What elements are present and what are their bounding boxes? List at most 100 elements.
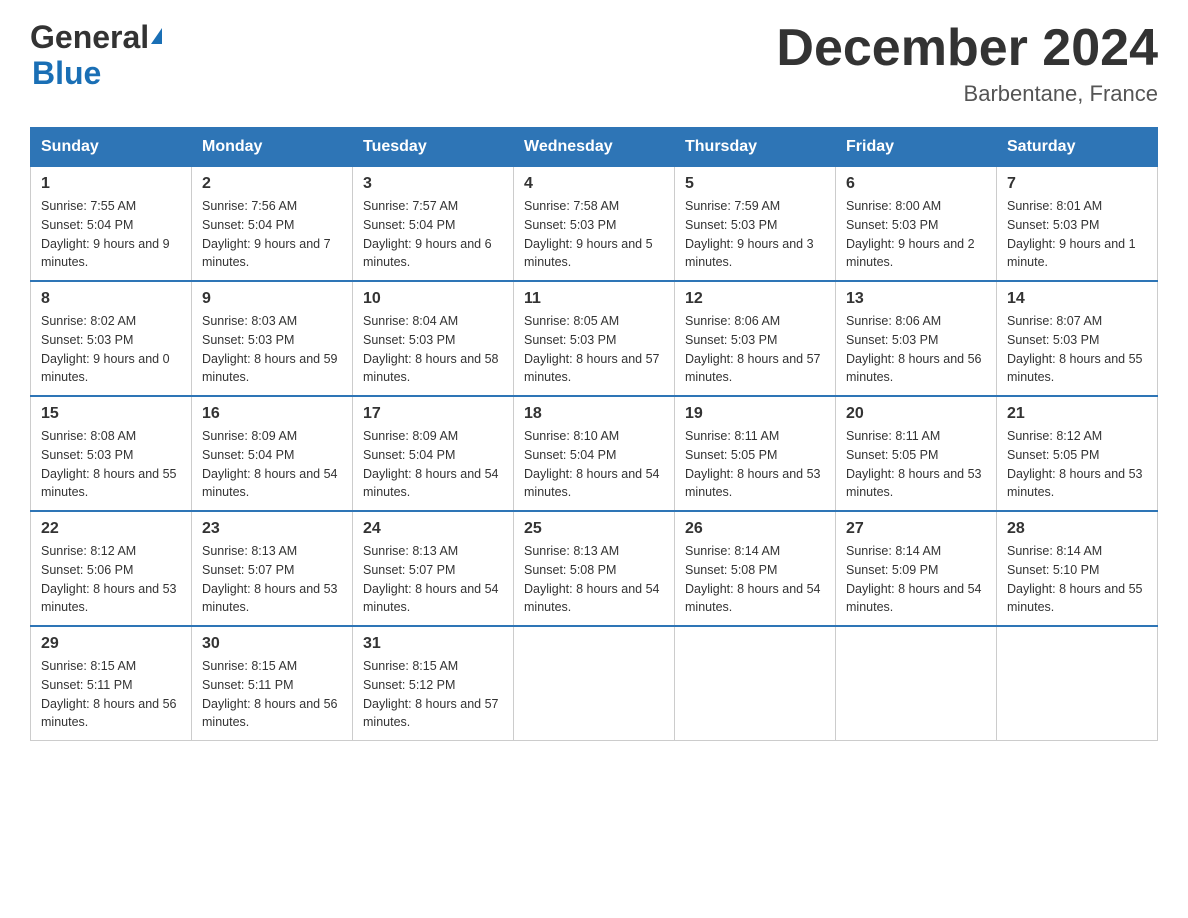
- daylight-label: Daylight: 8 hours and 53 minutes.: [41, 582, 177, 615]
- title-area: December 2024 Barbentane, France: [776, 20, 1158, 107]
- daylight-label: Daylight: 8 hours and 53 minutes.: [202, 582, 338, 615]
- table-row: 14 Sunrise: 8:07 AM Sunset: 5:03 PM Dayl…: [997, 281, 1158, 396]
- day-info: Sunrise: 8:14 AM Sunset: 5:10 PM Dayligh…: [1007, 542, 1147, 617]
- day-number: 3: [363, 175, 503, 193]
- table-row: 25 Sunrise: 8:13 AM Sunset: 5:08 PM Dayl…: [514, 511, 675, 626]
- day-info: Sunrise: 8:09 AM Sunset: 5:04 PM Dayligh…: [202, 427, 342, 502]
- day-info: Sunrise: 7:57 AM Sunset: 5:04 PM Dayligh…: [363, 197, 503, 272]
- sunset-label: Sunset: 5:03 PM: [524, 333, 616, 347]
- daylight-label: Daylight: 8 hours and 54 minutes.: [202, 467, 338, 500]
- day-info: Sunrise: 8:00 AM Sunset: 5:03 PM Dayligh…: [846, 197, 986, 272]
- daylight-label: Daylight: 8 hours and 58 minutes.: [363, 352, 499, 385]
- daylight-label: Daylight: 8 hours and 53 minutes.: [1007, 467, 1143, 500]
- sunset-label: Sunset: 5:05 PM: [846, 448, 938, 462]
- sunset-label: Sunset: 5:11 PM: [202, 678, 294, 692]
- sunset-label: Sunset: 5:03 PM: [685, 218, 777, 232]
- sunset-label: Sunset: 5:06 PM: [41, 563, 133, 577]
- table-row: 26 Sunrise: 8:14 AM Sunset: 5:08 PM Dayl…: [675, 511, 836, 626]
- sunset-label: Sunset: 5:04 PM: [363, 218, 455, 232]
- sunrise-label: Sunrise: 8:06 AM: [846, 314, 941, 328]
- day-info: Sunrise: 8:12 AM Sunset: 5:05 PM Dayligh…: [1007, 427, 1147, 502]
- table-row: 2 Sunrise: 7:56 AM Sunset: 5:04 PM Dayli…: [192, 167, 353, 282]
- day-info: Sunrise: 8:15 AM Sunset: 5:11 PM Dayligh…: [202, 657, 342, 732]
- sunset-label: Sunset: 5:04 PM: [524, 448, 616, 462]
- col-saturday: Saturday: [997, 128, 1158, 167]
- table-row: 13 Sunrise: 8:06 AM Sunset: 5:03 PM Dayl…: [836, 281, 997, 396]
- day-number: 25: [524, 520, 664, 538]
- sunrise-label: Sunrise: 7:58 AM: [524, 199, 619, 213]
- page-subtitle: Barbentane, France: [776, 81, 1158, 107]
- day-number: 4: [524, 175, 664, 193]
- day-number: 17: [363, 405, 503, 423]
- table-row: 24 Sunrise: 8:13 AM Sunset: 5:07 PM Dayl…: [353, 511, 514, 626]
- sunset-label: Sunset: 5:03 PM: [41, 333, 133, 347]
- daylight-label: Daylight: 9 hours and 6 minutes.: [363, 237, 492, 270]
- sunrise-label: Sunrise: 8:07 AM: [1007, 314, 1102, 328]
- col-thursday: Thursday: [675, 128, 836, 167]
- daylight-label: Daylight: 8 hours and 54 minutes.: [363, 582, 499, 615]
- sunset-label: Sunset: 5:07 PM: [202, 563, 294, 577]
- day-number: 10: [363, 290, 503, 308]
- table-row: 29 Sunrise: 8:15 AM Sunset: 5:11 PM Dayl…: [31, 626, 192, 741]
- col-friday: Friday: [836, 128, 997, 167]
- sunrise-label: Sunrise: 8:13 AM: [524, 544, 619, 558]
- day-info: Sunrise: 8:01 AM Sunset: 5:03 PM Dayligh…: [1007, 197, 1147, 272]
- day-number: 12: [685, 290, 825, 308]
- sunrise-label: Sunrise: 8:04 AM: [363, 314, 458, 328]
- daylight-label: Daylight: 8 hours and 56 minutes.: [202, 697, 338, 730]
- day-number: 6: [846, 175, 986, 193]
- day-info: Sunrise: 8:04 AM Sunset: 5:03 PM Dayligh…: [363, 312, 503, 387]
- table-row: 15 Sunrise: 8:08 AM Sunset: 5:03 PM Dayl…: [31, 396, 192, 511]
- sunset-label: Sunset: 5:04 PM: [202, 448, 294, 462]
- sunrise-label: Sunrise: 8:09 AM: [202, 429, 297, 443]
- table-row: 18 Sunrise: 8:10 AM Sunset: 5:04 PM Dayl…: [514, 396, 675, 511]
- sunset-label: Sunset: 5:03 PM: [846, 218, 938, 232]
- table-row: 3 Sunrise: 7:57 AM Sunset: 5:04 PM Dayli…: [353, 167, 514, 282]
- day-number: 19: [685, 405, 825, 423]
- sunrise-label: Sunrise: 8:15 AM: [202, 659, 297, 673]
- table-row: 27 Sunrise: 8:14 AM Sunset: 5:09 PM Dayl…: [836, 511, 997, 626]
- logo-triangle-icon: [151, 28, 162, 44]
- daylight-label: Daylight: 8 hours and 57 minutes.: [685, 352, 821, 385]
- sunrise-label: Sunrise: 8:14 AM: [685, 544, 780, 558]
- sunrise-label: Sunrise: 8:15 AM: [363, 659, 458, 673]
- daylight-label: Daylight: 8 hours and 57 minutes.: [363, 697, 499, 730]
- day-number: 16: [202, 405, 342, 423]
- sunrise-label: Sunrise: 8:06 AM: [685, 314, 780, 328]
- day-number: 28: [1007, 520, 1147, 538]
- daylight-label: Daylight: 8 hours and 55 minutes.: [41, 467, 177, 500]
- table-row: 11 Sunrise: 8:05 AM Sunset: 5:03 PM Dayl…: [514, 281, 675, 396]
- sunset-label: Sunset: 5:03 PM: [202, 333, 294, 347]
- table-row: 9 Sunrise: 8:03 AM Sunset: 5:03 PM Dayli…: [192, 281, 353, 396]
- daylight-label: Daylight: 9 hours and 0 minutes.: [41, 352, 170, 385]
- sunrise-label: Sunrise: 8:01 AM: [1007, 199, 1102, 213]
- table-row: 5 Sunrise: 7:59 AM Sunset: 5:03 PM Dayli…: [675, 167, 836, 282]
- calendar-week-row: 22 Sunrise: 8:12 AM Sunset: 5:06 PM Dayl…: [31, 511, 1158, 626]
- table-row: 8 Sunrise: 8:02 AM Sunset: 5:03 PM Dayli…: [31, 281, 192, 396]
- day-number: 30: [202, 635, 342, 653]
- day-info: Sunrise: 8:15 AM Sunset: 5:11 PM Dayligh…: [41, 657, 181, 732]
- daylight-label: Daylight: 9 hours and 7 minutes.: [202, 237, 331, 270]
- day-number: 5: [685, 175, 825, 193]
- logo-general-text: General: [30, 20, 149, 55]
- sunrise-label: Sunrise: 7:59 AM: [685, 199, 780, 213]
- col-sunday: Sunday: [31, 128, 192, 167]
- day-number: 7: [1007, 175, 1147, 193]
- sunrise-label: Sunrise: 8:05 AM: [524, 314, 619, 328]
- sunset-label: Sunset: 5:05 PM: [1007, 448, 1099, 462]
- day-info: Sunrise: 8:07 AM Sunset: 5:03 PM Dayligh…: [1007, 312, 1147, 387]
- sunrise-label: Sunrise: 8:00 AM: [846, 199, 941, 213]
- day-number: 22: [41, 520, 181, 538]
- calendar-week-row: 29 Sunrise: 8:15 AM Sunset: 5:11 PM Dayl…: [31, 626, 1158, 741]
- table-row: 6 Sunrise: 8:00 AM Sunset: 5:03 PM Dayli…: [836, 167, 997, 282]
- col-monday: Monday: [192, 128, 353, 167]
- day-number: 21: [1007, 405, 1147, 423]
- day-info: Sunrise: 8:11 AM Sunset: 5:05 PM Dayligh…: [846, 427, 986, 502]
- col-tuesday: Tuesday: [353, 128, 514, 167]
- day-info: Sunrise: 8:06 AM Sunset: 5:03 PM Dayligh…: [846, 312, 986, 387]
- calendar-table: Sunday Monday Tuesday Wednesday Thursday…: [30, 127, 1158, 741]
- day-info: Sunrise: 8:03 AM Sunset: 5:03 PM Dayligh…: [202, 312, 342, 387]
- table-row: 17 Sunrise: 8:09 AM Sunset: 5:04 PM Dayl…: [353, 396, 514, 511]
- daylight-label: Daylight: 9 hours and 1 minute.: [1007, 237, 1136, 270]
- sunrise-label: Sunrise: 8:13 AM: [202, 544, 297, 558]
